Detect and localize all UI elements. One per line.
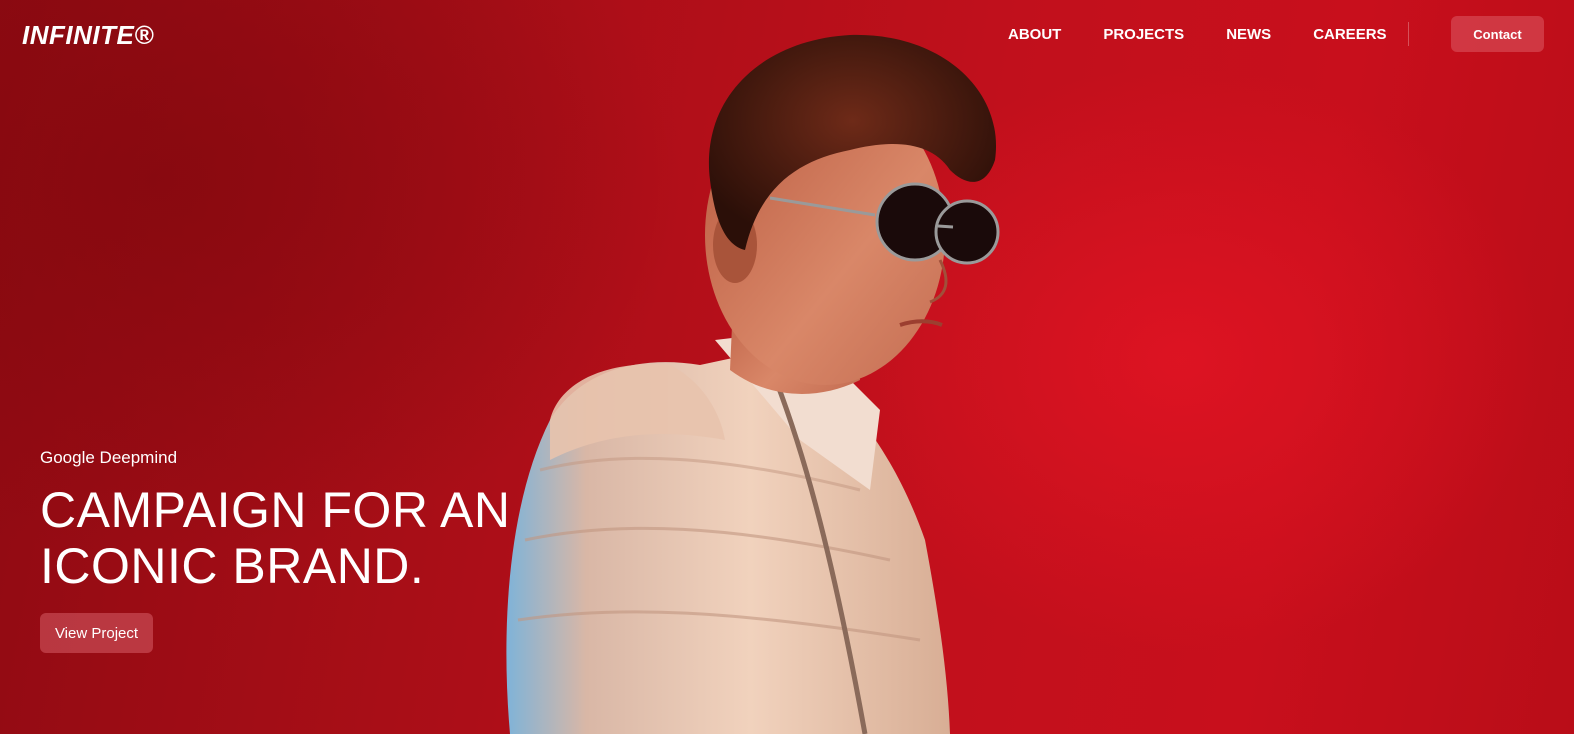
headline-line-2: ICONIC BRAND. bbox=[40, 538, 425, 594]
hero-headline: CAMPAIGN FOR AN ICONIC BRAND. bbox=[40, 482, 560, 594]
view-project-button[interactable]: View Project bbox=[40, 613, 153, 653]
headline-line-1: CAMPAIGN FOR AN bbox=[40, 482, 511, 538]
hero-model-image bbox=[506, 34, 1000, 734]
hero-text-block: Google Deepmind CAMPAIGN FOR AN ICONIC B… bbox=[40, 448, 560, 594]
top-navigation: INFINITE® ABOUT PROJECTS NEWS CAREERS Co… bbox=[0, 0, 1574, 70]
nav-link-projects[interactable]: PROJECTS bbox=[1103, 26, 1184, 43]
nav-divider bbox=[1408, 22, 1409, 46]
nav-link-news[interactable]: NEWS bbox=[1226, 26, 1271, 43]
contact-button[interactable]: Contact bbox=[1451, 16, 1544, 52]
nav-link-about[interactable]: ABOUT bbox=[1008, 26, 1061, 43]
brand-logo[interactable]: INFINITE® bbox=[22, 20, 154, 51]
nav-links: ABOUT PROJECTS NEWS CAREERS bbox=[1008, 26, 1429, 43]
nav-link-careers[interactable]: CAREERS bbox=[1313, 26, 1386, 43]
client-name: Google Deepmind bbox=[40, 448, 178, 467]
